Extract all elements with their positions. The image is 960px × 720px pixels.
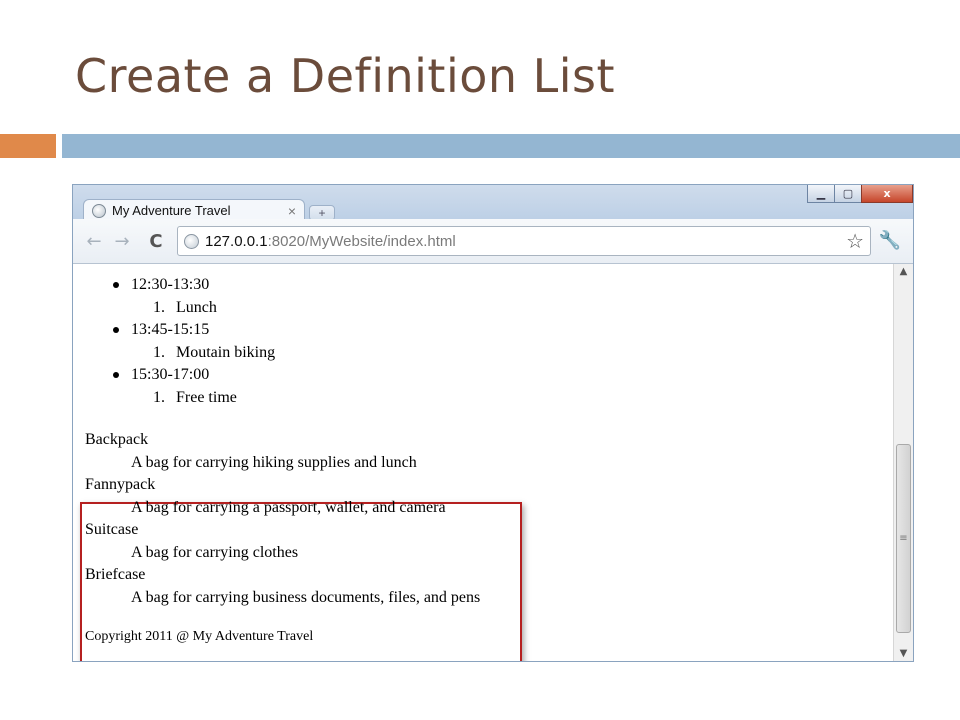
activity-number: 1. (153, 344, 165, 361)
definition-term: Backpack (85, 431, 149, 448)
address-bar[interactable]: 127.0.0.1:8020/MyWebsite/index.html ☆ (177, 226, 871, 256)
wrench-menu-icon[interactable]: 🔧 (879, 230, 901, 251)
browser-tab[interactable]: My Adventure Travel × (83, 199, 305, 221)
activity-number: 1. (153, 389, 165, 406)
bullet-icon (113, 372, 119, 378)
browser-titlebar: ▁ ▢ x My Adventure Travel × + (73, 185, 913, 221)
slide-title: Create a Definition List (75, 49, 616, 103)
url-host: 127.0.0.1 (205, 232, 268, 250)
scroll-up-arrow-icon[interactable]: ▲ (894, 266, 913, 277)
schedule-time: 12:30-13:30 (131, 276, 210, 293)
activity-text: Moutain biking (176, 344, 276, 361)
definition-description: A bag for carrying a passport, wallet, a… (131, 498, 446, 516)
maximize-icon[interactable]: ▢ (834, 185, 862, 203)
definition-term: Fannypack (85, 476, 156, 493)
scroll-down-arrow-icon[interactable]: ▼ (894, 648, 913, 659)
definition-description: A bag for carrying business documents, f… (131, 588, 481, 606)
definition-term: Suitcase (85, 521, 139, 538)
browser-toolbar: ← → C 127.0.0.1:8020/MyWebsite/index.htm… (73, 219, 913, 264)
back-arrow-icon[interactable]: ← (83, 230, 105, 252)
window-controls: ▁ ▢ x (807, 185, 913, 203)
scrollbar-thumb[interactable]: ≡ (896, 444, 911, 633)
tab-close-icon[interactable]: × (288, 203, 296, 219)
copyright-text: Copyright 2011 @ My Adventure Travel (85, 629, 314, 644)
accent-bar-blue (62, 134, 960, 158)
schedule-time: 15:30-17:00 (131, 366, 210, 383)
grip-icon: ≡ (899, 532, 908, 544)
accent-bar-orange (0, 134, 56, 158)
definition-term: Briefcase (85, 566, 146, 583)
schedule-time: 13:45-15:15 (131, 321, 210, 338)
minimize-icon[interactable]: ▁ (807, 185, 835, 203)
activity-number: 1. (153, 299, 165, 316)
activity-text: Lunch (176, 299, 217, 316)
bullet-icon (113, 282, 119, 288)
forward-arrow-icon[interactable]: → (111, 230, 133, 252)
bullet-icon (113, 327, 119, 333)
page-viewport: 12:30-13:30 1. Lunch 13:45-15:15 1. Mout… (73, 264, 913, 661)
activity-text: Free time (176, 389, 237, 406)
tab-title: My Adventure Travel (112, 203, 231, 218)
page-info-globe-icon (184, 233, 199, 249)
definition-description: A bag for carrying hiking supplies and l… (131, 453, 417, 471)
definition-description: A bag for carrying clothes (131, 543, 299, 561)
definition-list: Backpack A bag for carrying hiking suppl… (85, 429, 480, 609)
close-window-icon[interactable]: x (861, 185, 913, 203)
bookmark-star-icon[interactable]: ☆ (846, 229, 864, 253)
page-content: 12:30-13:30 1. Lunch 13:45-15:15 1. Mout… (73, 264, 893, 661)
url-path: :8020/MyWebsite/index.html (267, 232, 456, 250)
vertical-scrollbar[interactable]: ▲ ≡ ▼ (893, 264, 913, 661)
browser-window: ▁ ▢ x My Adventure Travel × + ← → C 127.… (72, 184, 914, 662)
globe-icon (92, 203, 106, 218)
reload-icon[interactable]: C (145, 230, 167, 252)
